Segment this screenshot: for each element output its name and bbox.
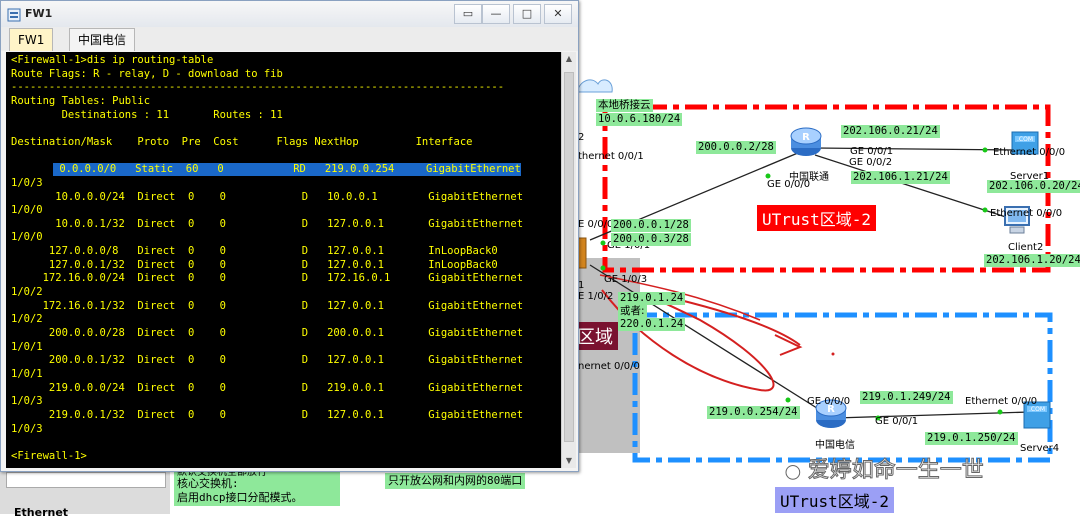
tab-telecom[interactable]: 中国电信 xyxy=(69,28,136,51)
cli-window[interactable]: FW1 ▭ — □ ✕ FW1 中国电信 <Firewall-1>dis ip … xyxy=(0,0,579,472)
terminal-line: 1/0/3 xyxy=(11,395,43,408)
ip-label: 219.0.1.250/24 xyxy=(925,432,1018,445)
iface-label: E 1/0/2 xyxy=(578,291,614,302)
panel-label: Ethernet xyxy=(14,506,69,519)
ip-label: 202.106.0.21/24 xyxy=(841,125,940,138)
iface-label: thernet 0/0/1 xyxy=(578,151,644,162)
terminal-output[interactable]: <Firewall-1>dis ip routing-table Route Fl… xyxy=(6,52,561,468)
terminal-line: 172.16.0.1/32 Direct 0 0 D 127.0.0.1 Gig… xyxy=(11,299,524,312)
ip-label: 219.0.1.249/24 xyxy=(860,391,953,404)
tab-bar: FW1 中国电信 xyxy=(1,27,578,51)
switch-note: 默认交换机全部放行 核心交换机: 启用dhcp接口分配模式。 xyxy=(174,468,340,506)
minimize-button[interactable]: — xyxy=(482,4,510,24)
ip-label: 220.0.1.24 xyxy=(618,318,686,331)
watermark-text: 爱婷如命一生一世 xyxy=(807,458,984,484)
alt-label: 或者: xyxy=(618,305,647,318)
close-button[interactable]: ✕ xyxy=(544,4,572,24)
terminal-line: 1/0/1 xyxy=(11,340,43,353)
telecom-name: 中国电信 xyxy=(815,440,855,451)
ip-label: 10.0.6.180/24 xyxy=(596,113,683,126)
maximize-button[interactable]: □ xyxy=(513,4,541,24)
cloud-name-label: 本地桥接云 xyxy=(596,99,653,112)
terminal-line: Route Flags: R - relay, D - download to … xyxy=(11,67,283,80)
terminal-line: 1/0/1 xyxy=(11,367,43,380)
terminal-line: Destination/Mask Proto Pre Cost Flags Ne… xyxy=(11,135,473,148)
terminal-line: Routing Tables: Public xyxy=(11,94,151,107)
policy-note: 只开放公网和内网的80端口 xyxy=(385,473,526,489)
tab-fw1[interactable]: FW1 xyxy=(9,28,54,51)
terminal-line: 127.0.0.1/32 Direct 0 0 D 127.0.0.1 InLo… xyxy=(11,258,498,271)
svg-text:.COM: .COM xyxy=(1029,406,1045,413)
scroll-thumb[interactable] xyxy=(564,72,574,442)
iface-label: Ethernet 0/0/0 xyxy=(990,208,1063,219)
terminal-line: 1/0/3 xyxy=(11,422,43,435)
router-icon[interactable]: R xyxy=(790,126,822,158)
iface-label: GE 0/0/0 xyxy=(807,396,851,407)
server4-name: Server4 xyxy=(1020,443,1060,454)
iface-label: nernet 0/0/0 xyxy=(578,361,640,372)
terminal-line-selected: 0.0.0.0/0 Static 60 0 RD 219.0.0.254 Gig… xyxy=(53,163,521,177)
vertical-scrollbar[interactable]: ▲ ▼ xyxy=(561,52,576,468)
ip-label: 202.106.1.21/24 xyxy=(851,171,950,184)
app-icon xyxy=(7,7,21,22)
link-unicom-server1 xyxy=(814,147,1021,151)
iface-label: GE 0/0/0 xyxy=(767,179,811,190)
iface-label: Ethernet 0/0/0 xyxy=(965,396,1038,407)
client2-name: Client2 xyxy=(1008,242,1044,253)
terminal-line: 10.0.0.0/24 Direct 0 0 D 10.0.0.1 Gigabi… xyxy=(11,190,524,203)
terminal-line: 1/0/0 xyxy=(11,231,43,244)
terminal-line: 1/0/2 xyxy=(11,286,43,299)
terminal-line: 1/0/2 xyxy=(11,313,43,326)
title-bar[interactable]: FW1 ▭ — □ ✕ xyxy=(1,1,578,28)
wechat-icon: ● xyxy=(785,461,802,483)
restore-layout-button[interactable]: ▭ xyxy=(454,4,482,24)
iface-label: GE 0/0/1 xyxy=(850,146,894,157)
svg-text:.COM: .COM xyxy=(1017,136,1033,143)
terminal-line: 1/0/0 xyxy=(11,204,43,217)
scroll-down-icon[interactable]: ▼ xyxy=(562,454,576,468)
ip-label: 219.0.0.254/24 xyxy=(707,406,800,419)
window-title: FW1 xyxy=(25,7,53,20)
device-panel: Ethernet xyxy=(0,470,170,519)
terminal-line: 10.0.0.1/32 Direct 0 0 D 127.0.0.1 Gigab… xyxy=(11,217,524,230)
cloud-icon xyxy=(576,79,613,93)
iface-label: Ethernet 0/0/0 xyxy=(993,147,1066,158)
ip-label: 202.106.1.20/24 xyxy=(984,254,1080,267)
zone-label-blue: UTrust区域-2 xyxy=(775,487,895,513)
terminal-line: Destinations : 11 Routes : 11 xyxy=(11,108,283,121)
terminal-line: <Firewall-1>dis ip routing-table xyxy=(11,54,214,66)
iface-label: E 0/0/0 xyxy=(578,219,614,230)
ip-label: 202.106.0.20/24 xyxy=(987,180,1080,193)
scroll-up-icon[interactable]: ▲ xyxy=(562,52,576,66)
terminal-line: 1/0/3 xyxy=(11,176,43,189)
panel-box[interactable] xyxy=(6,472,166,488)
terminal-line: 200.0.0.0/28 Direct 0 0 D 200.0.0.1 Giga… xyxy=(11,327,524,339)
iface-label: GE 0/0/2 xyxy=(849,157,893,168)
note-line: 启用dhcp接口分配模式。 xyxy=(177,491,303,504)
terminal-line: ----------------------------------------… xyxy=(11,81,505,94)
iface-label: GE 1/0/3 xyxy=(604,274,648,285)
svg-text:R: R xyxy=(802,132,810,143)
ip-label: 219.0.1.24 xyxy=(618,292,686,305)
terminal-line: 219.0.0.1/32 Direct 0 0 D 127.0.0.1 Giga… xyxy=(11,408,524,421)
watermark: ● 爱婷如命一生一世 xyxy=(785,452,985,484)
note-line: 核心交换机: xyxy=(177,477,239,490)
iface-label: GE 0/0/1 xyxy=(875,416,919,427)
terminal-line: 200.0.0.1/32 Direct 0 0 D 127.0.0.1 Giga… xyxy=(11,354,524,367)
terminal-line: 172.16.0.0/24 Direct 0 0 D 172.16.0.1 Gi… xyxy=(11,272,524,285)
terminal-line: 127.0.0.0/8 Direct 0 0 D 127.0.0.1 InLoo… xyxy=(11,245,498,258)
terminal-line: 219.0.0.0/24 Direct 0 0 D 219.0.0.1 Giga… xyxy=(11,381,524,394)
zone-label-red: UTrust区域-2 xyxy=(757,205,877,231)
ip-label: 200.0.0.2/28 xyxy=(696,141,776,154)
terminal-line: <Firewall-1> xyxy=(11,449,87,462)
ip-label: 200.0.0.3/28 xyxy=(611,233,691,246)
ip-label: 200.0.0.1/28 xyxy=(611,219,691,232)
